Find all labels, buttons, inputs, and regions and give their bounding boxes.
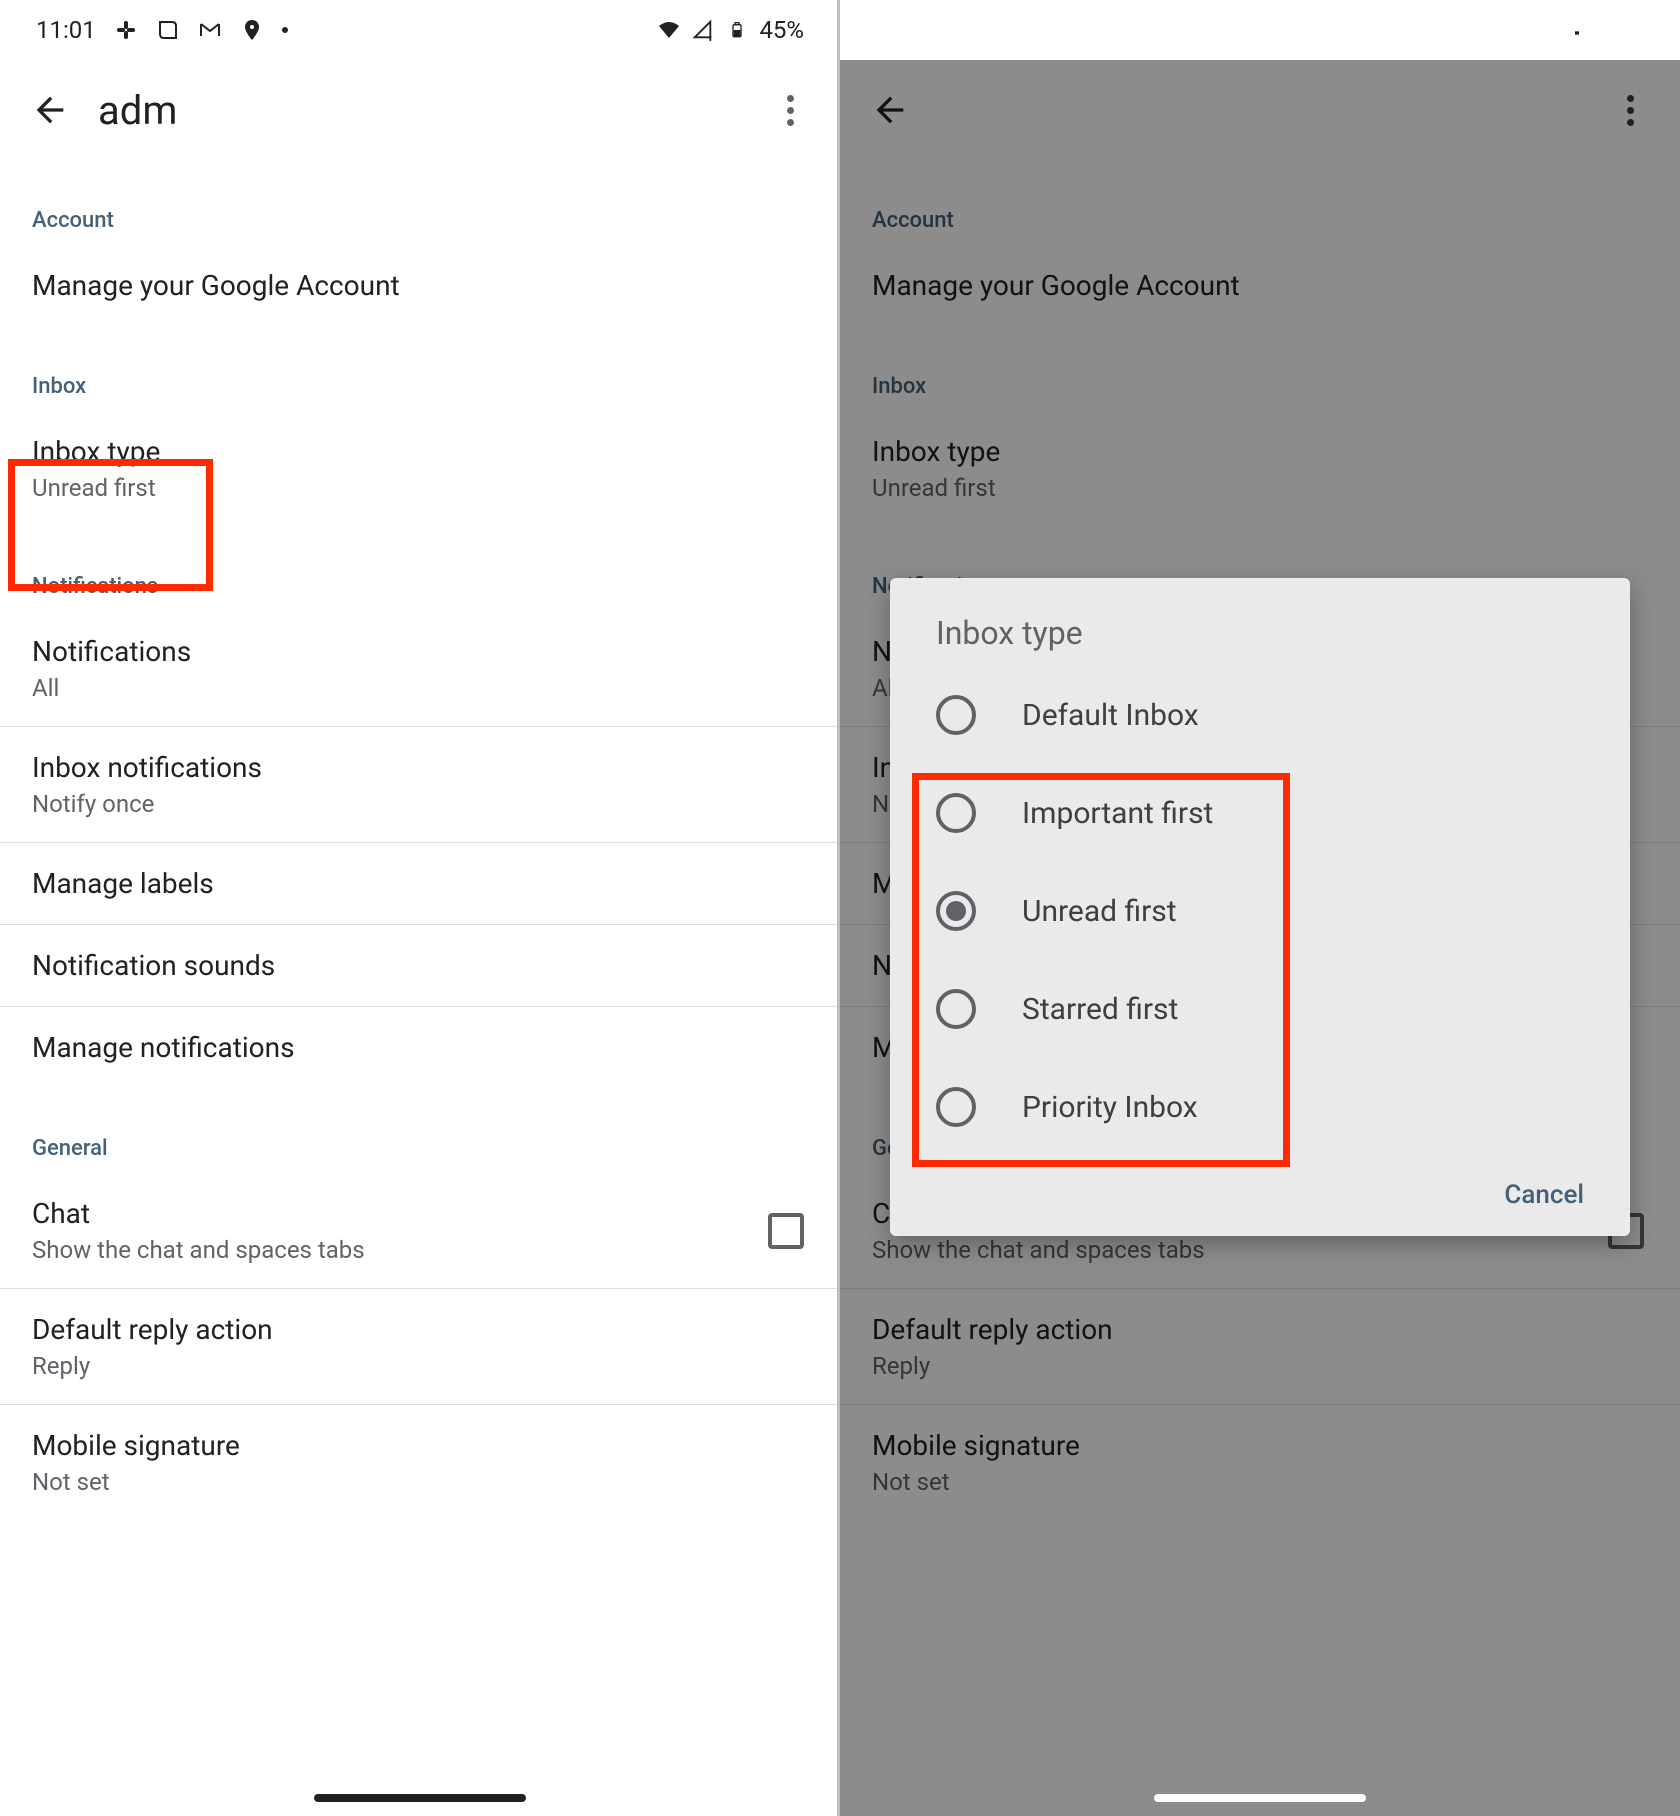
location-icon bbox=[1080, 18, 1104, 42]
radio-important-first[interactable]: Important first bbox=[890, 764, 1630, 862]
radio-icon[interactable] bbox=[936, 1087, 976, 1127]
battery-percent: 45% bbox=[1599, 16, 1644, 44]
setting-inbox-notifications[interactable]: Inbox notifications Notify once bbox=[0, 727, 840, 843]
battery-percent: 45% bbox=[759, 16, 804, 44]
overflow-menu-button[interactable] bbox=[770, 90, 810, 130]
radio-icon[interactable] bbox=[936, 989, 976, 1029]
setting-title: Chat bbox=[32, 1197, 365, 1230]
radio-starred-first[interactable]: Starred first bbox=[890, 960, 1630, 1058]
slack-icon bbox=[114, 18, 138, 42]
setting-title: Default reply action bbox=[32, 1313, 808, 1346]
setting-manage-notifications[interactable]: Manage notifications bbox=[0, 1007, 840, 1088]
battery-icon bbox=[725, 18, 749, 42]
section-header-inbox: Inbox bbox=[0, 326, 840, 411]
inbox-type-dialog: Inbox type Default Inbox Important first… bbox=[890, 578, 1630, 1236]
dialog-title: Inbox type bbox=[890, 614, 1630, 666]
status-time: 11:01 bbox=[36, 16, 96, 44]
setting-notifications[interactable]: Notifications All bbox=[0, 611, 840, 727]
setting-sub: Notify once bbox=[32, 790, 808, 818]
radio-label: Priority Inbox bbox=[1022, 1090, 1198, 1125]
app-bar: adm bbox=[0, 60, 840, 160]
setting-notification-sounds[interactable]: Notification sounds bbox=[0, 925, 840, 1007]
phone-right: 11:01 45% bbox=[840, 0, 1680, 1816]
status-time: 11:01 bbox=[876, 16, 936, 44]
chat-checkbox[interactable] bbox=[768, 1213, 804, 1249]
phone-left: 11:01 45% bbox=[0, 0, 840, 1816]
setting-manage-labels[interactable]: Manage labels bbox=[0, 843, 840, 925]
setting-title: Manage your Google Account bbox=[32, 269, 808, 302]
wifi-icon bbox=[657, 18, 681, 42]
setting-inbox-type[interactable]: Inbox type Unread first bbox=[0, 411, 840, 526]
radio-label: Default Inbox bbox=[1022, 698, 1199, 733]
setting-manage-account[interactable]: Manage your Google Account bbox=[0, 245, 840, 326]
radio-unread-first[interactable]: Unread first bbox=[890, 862, 1630, 960]
radio-priority-inbox[interactable]: Priority Inbox bbox=[890, 1058, 1630, 1156]
setting-title: Notifications bbox=[32, 635, 808, 668]
app-icon-1 bbox=[996, 18, 1020, 42]
nav-pill[interactable] bbox=[314, 1794, 526, 1802]
battery-icon bbox=[1565, 18, 1589, 42]
radio-icon[interactable] bbox=[936, 793, 976, 833]
radio-label: Starred first bbox=[1022, 992, 1178, 1027]
setting-sub: All bbox=[32, 674, 808, 702]
status-bar: 11:01 45% bbox=[840, 0, 1680, 60]
location-icon bbox=[240, 18, 264, 42]
app-icon-1 bbox=[156, 18, 180, 42]
setting-title: Manage notifications bbox=[32, 1031, 808, 1064]
back-arrow-icon[interactable] bbox=[30, 90, 70, 130]
gmail-icon bbox=[198, 18, 222, 42]
section-header-account: Account bbox=[0, 160, 840, 245]
setting-sub: Not set bbox=[32, 1468, 808, 1496]
setting-chat[interactable]: Chat Show the chat and spaces tabs bbox=[0, 1173, 840, 1289]
radio-default-inbox[interactable]: Default Inbox bbox=[890, 666, 1630, 764]
setting-default-reply[interactable]: Default reply action Reply bbox=[0, 1289, 840, 1405]
radio-label: Important first bbox=[1022, 796, 1213, 831]
status-bar: 11:01 45% bbox=[0, 0, 840, 60]
setting-sub: Unread first bbox=[32, 474, 808, 502]
setting-title: Notification sounds bbox=[32, 949, 808, 982]
section-header-notifications: Notifications bbox=[0, 526, 840, 611]
setting-title: Manage labels bbox=[32, 867, 808, 900]
page-title: adm bbox=[98, 87, 177, 134]
setting-mobile-signature[interactable]: Mobile signature Not set bbox=[0, 1405, 840, 1520]
signal-icon bbox=[1531, 18, 1555, 42]
setting-title: Inbox notifications bbox=[32, 751, 808, 784]
slack-icon bbox=[954, 18, 978, 42]
cancel-button[interactable]: Cancel bbox=[1504, 1180, 1584, 1210]
setting-sub: Reply bbox=[32, 1352, 808, 1380]
section-header-general: General bbox=[0, 1088, 840, 1173]
status-overflow-dot bbox=[1122, 27, 1128, 33]
nav-pill[interactable] bbox=[1154, 1794, 1366, 1802]
radio-icon[interactable] bbox=[936, 891, 976, 931]
setting-title: Inbox type bbox=[32, 435, 808, 468]
wifi-icon bbox=[1497, 18, 1521, 42]
signal-icon bbox=[691, 18, 715, 42]
radio-label: Unread first bbox=[1022, 894, 1177, 929]
gmail-icon bbox=[1038, 18, 1062, 42]
radio-icon[interactable] bbox=[936, 695, 976, 735]
setting-title: Mobile signature bbox=[32, 1429, 808, 1462]
status-overflow-dot bbox=[282, 27, 288, 33]
setting-sub: Show the chat and spaces tabs bbox=[32, 1236, 365, 1264]
